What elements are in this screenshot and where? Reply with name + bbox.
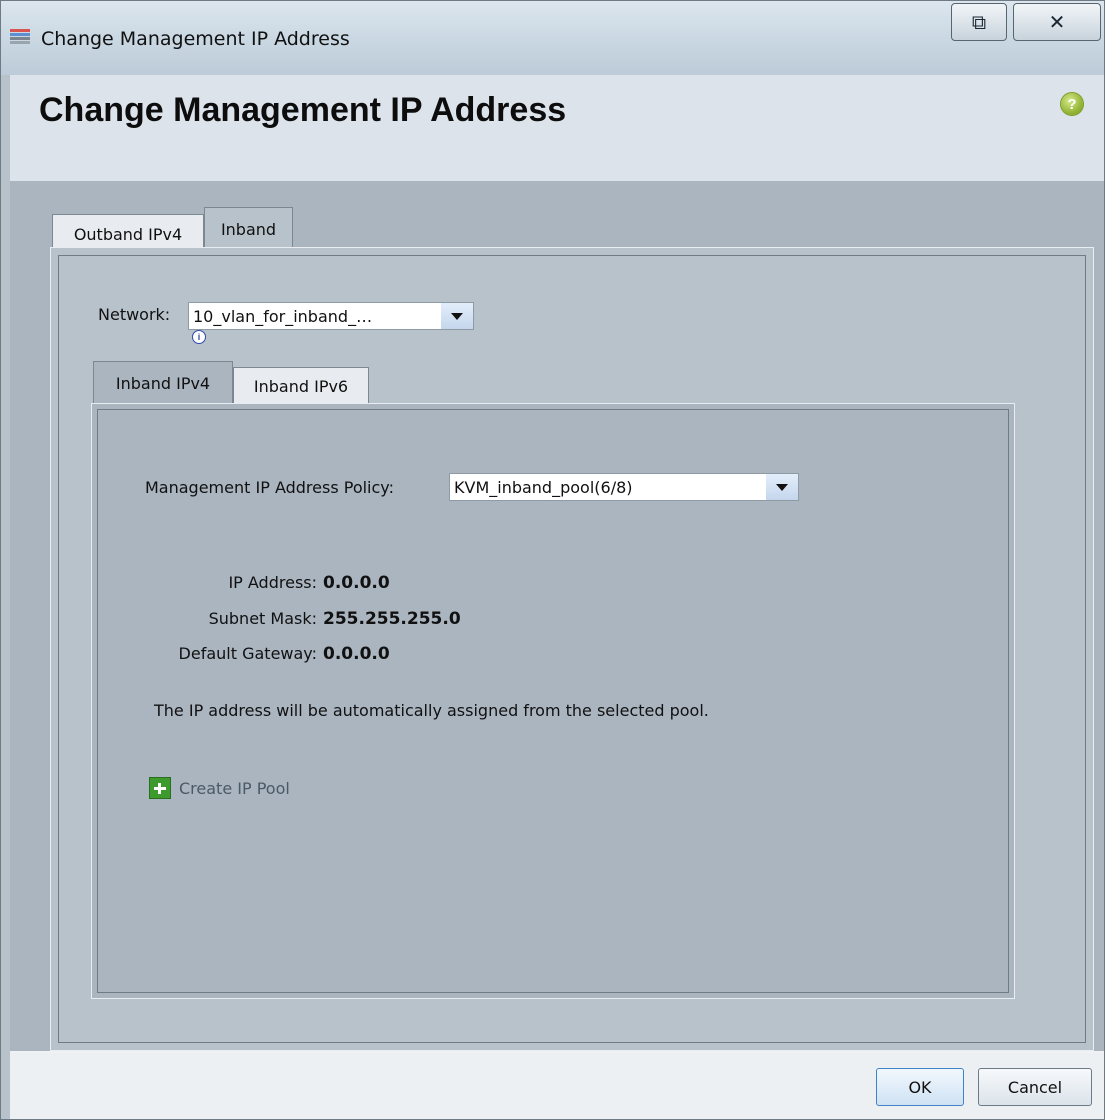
chevron-down-icon[interactable] bbox=[766, 474, 798, 500]
subnet-mask-value: 255.255.255.0 bbox=[323, 609, 461, 629]
header-band: Change Management IP Address ? bbox=[10, 75, 1104, 181]
ok-button[interactable]: OK bbox=[876, 1068, 964, 1106]
tab-inband-ipv6[interactable]: Inband IPv6 bbox=[233, 367, 369, 404]
ip-policy-select[interactable]: KVM_inband_pool(6/8) bbox=[449, 473, 799, 501]
dialog-window: Change Management IP Address ⧉ ✕ Change … bbox=[0, 0, 1105, 1120]
plus-icon bbox=[149, 777, 171, 799]
title-bar[interactable]: Change Management IP Address ⧉ ✕ bbox=[1, 1, 1104, 75]
ip-policy-select-value: KVM_inband_pool(6/8) bbox=[454, 477, 633, 497]
create-ip-pool-link[interactable]: Create IP Pool bbox=[149, 777, 290, 799]
default-gateway-label: Default Gateway: bbox=[178, 644, 317, 663]
default-gateway-row: Default Gateway: 0.0.0.0 bbox=[92, 644, 390, 664]
window-title: Change Management IP Address bbox=[41, 28, 350, 50]
auto-assign-note: The IP address will be automatically ass… bbox=[154, 701, 709, 720]
ip-address-row: IP Address: 0.0.0.0 bbox=[92, 573, 390, 593]
restore-button[interactable]: ⧉ bbox=[951, 3, 1007, 41]
cancel-button[interactable]: Cancel bbox=[978, 1068, 1092, 1106]
inband-tab-panel: Network: 10_vlan_for_inband_… i Inband I… bbox=[50, 247, 1094, 1051]
network-select-value: 10_vlan_for_inband_… bbox=[193, 306, 373, 326]
create-ip-pool-label: Create IP Pool bbox=[179, 778, 290, 798]
policy-label: Management IP Address Policy: bbox=[145, 478, 394, 497]
dialog-footer: OK Cancel bbox=[10, 1053, 1104, 1119]
help-icon[interactable]: ? bbox=[1061, 93, 1083, 115]
tab-label: Inband IPv6 bbox=[253, 376, 349, 396]
ip-address-value: 0.0.0.0 bbox=[323, 573, 390, 593]
page-title: Change Management IP Address bbox=[39, 91, 567, 129]
tab-label: Outband IPv4 bbox=[73, 225, 183, 244]
default-gateway-value: 0.0.0.0 bbox=[323, 644, 390, 664]
close-icon: ✕ bbox=[1048, 10, 1066, 34]
chevron-down-icon[interactable] bbox=[441, 303, 473, 329]
app-window-icon bbox=[10, 29, 30, 44]
subnet-mask-row: Subnet Mask: 255.255.255.0 bbox=[92, 609, 461, 629]
restore-icon: ⧉ bbox=[971, 10, 987, 34]
subnet-mask-label: Subnet Mask: bbox=[208, 609, 317, 628]
info-icon[interactable]: i bbox=[192, 330, 206, 344]
dialog-client-area: Change Management IP Address ? Outband I… bbox=[10, 75, 1104, 1119]
ip-address-label: IP Address: bbox=[228, 573, 317, 592]
tab-label: Inband bbox=[220, 220, 277, 239]
tab-inband[interactable]: Inband bbox=[204, 207, 293, 251]
network-select[interactable]: 10_vlan_for_inband_… bbox=[188, 302, 474, 330]
inband-ipv4-panel: Management IP Address Policy: KVM_inband… bbox=[91, 403, 1015, 999]
tab-inband-ipv4[interactable]: Inband IPv4 bbox=[93, 361, 233, 404]
close-button[interactable]: ✕ bbox=[1013, 3, 1101, 41]
tab-label: Inband IPv4 bbox=[115, 373, 211, 393]
network-label: Network: bbox=[98, 305, 171, 324]
